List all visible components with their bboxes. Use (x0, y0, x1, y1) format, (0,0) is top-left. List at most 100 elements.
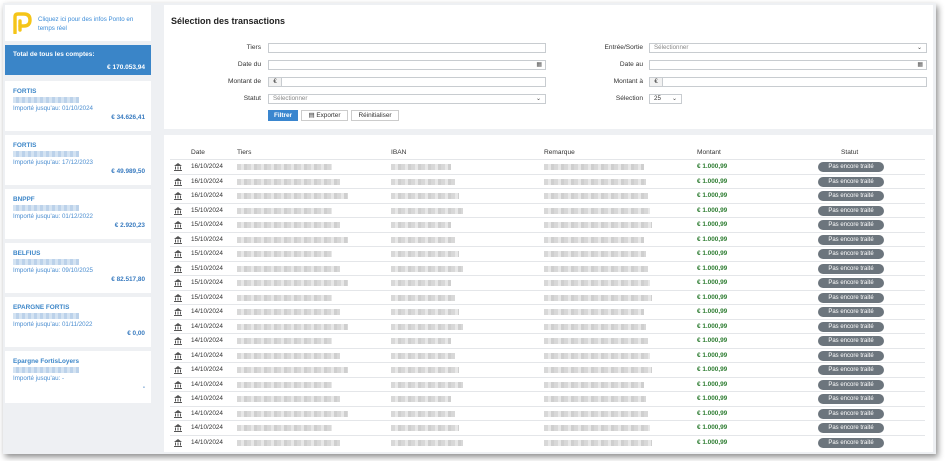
bank-icon[interactable] (174, 322, 182, 331)
bank-icon[interactable] (174, 351, 182, 360)
row-date: 14/10/2024 (191, 308, 223, 315)
table-row[interactable]: 15/10/2024 € 1.000,99 Pas encore traité (170, 217, 925, 231)
table-row[interactable]: 16/10/2024 € 1.000,99 Pas encore traité (170, 159, 925, 173)
account-card[interactable]: BNPPF Importé jusqu'au: 01/12/2022 € 2.920… (5, 189, 151, 239)
row-tiers-redacted (237, 352, 340, 359)
bank-icon[interactable] (174, 206, 182, 215)
status-badge: Pas encore traité (818, 408, 884, 419)
column-header-tiers[interactable]: Tiers (237, 149, 251, 156)
table-row[interactable]: 15/10/2024 € 1.000,99 Pas encore traité (170, 202, 925, 217)
row-iban-redacted (391, 178, 455, 185)
chevron-down-icon: ⌄ (671, 96, 677, 102)
table-row[interactable]: 14/10/2024 € 1.000,99 Pas encore traité (170, 333, 925, 347)
selection-value: 25 (654, 95, 661, 102)
row-iban-redacted (391, 222, 451, 228)
bank-icon[interactable] (174, 366, 182, 374)
table-row[interactable]: 15/10/2024 € 1.000,99 Pas encore traité (170, 289, 925, 304)
account-import-date: Importé jusqu'au: 01/10/2024 (13, 105, 93, 112)
bank-icon[interactable] (174, 424, 182, 432)
row-iban-redacted (391, 236, 455, 243)
account-card[interactable]: FORTIS Importé jusqu'au: 01/10/2024 € 34.6… (5, 81, 151, 131)
montant-a-input[interactable]: € (649, 77, 927, 87)
row-iban-redacted (391, 396, 451, 402)
column-header-montant[interactable]: Montant (697, 149, 721, 156)
table-row[interactable]: 15/10/2024 € 1.000,99 Pas encore traité (170, 246, 925, 260)
chevron-down-icon: ⌄ (535, 96, 541, 102)
account-balance: - (142, 384, 145, 391)
row-remarque-redacted (544, 338, 648, 344)
row-remarque-redacted (544, 352, 650, 359)
bank-icon[interactable] (174, 293, 182, 302)
row-iban-redacted (391, 439, 463, 446)
bank-icon[interactable] (174, 192, 182, 200)
row-date: 16/10/2024 (191, 177, 223, 185)
table-row[interactable]: 14/10/2024 € 1.000,99 Pas encore traité (170, 434, 925, 449)
selection-select[interactable]: 25 ⌄ (649, 94, 682, 104)
column-header-statut[interactable]: Statut (841, 149, 858, 156)
entree-sortie-placeholder: Sélectionner (654, 44, 689, 51)
statut-label: Statut (243, 95, 261, 102)
status-badge: Pas encore traité (818, 234, 884, 245)
bank-icon[interactable] (174, 279, 182, 287)
entree-sortie-select[interactable]: Sélectionner ⌄ (649, 43, 927, 53)
bank-icon[interactable] (174, 438, 182, 447)
date-du-input[interactable]: ▦ (268, 60, 546, 70)
bank-icon[interactable] (174, 235, 182, 244)
table-row[interactable]: 14/10/2024 € 1.000,99 Pas encore traité (170, 304, 925, 318)
reset-button[interactable]: Réinitialiser (351, 110, 399, 121)
status-badge: Pas encore traité (818, 350, 884, 361)
status-badge: Pas encore traité (818, 394, 884, 404)
bank-icon[interactable] (174, 395, 182, 403)
row-amount: € 1.000,99 (697, 380, 728, 388)
column-header-date[interactable]: Date (191, 149, 205, 156)
row-remarque-redacted (544, 193, 648, 199)
calendar-icon[interactable]: ▦ (536, 61, 542, 69)
table-row[interactable]: 14/10/2024 € 1.000,99 Pas encore traité (170, 405, 925, 420)
montant-de-input[interactable]: € (268, 77, 546, 87)
calendar-icon[interactable]: ▦ (917, 61, 923, 69)
status-badge: Pas encore traité (818, 162, 884, 172)
tiers-label: Tiers (246, 44, 261, 51)
table-row[interactable]: 15/10/2024 € 1.000,99 Pas encore traité (170, 260, 925, 275)
table-row[interactable]: 16/10/2024 € 1.000,99 Pas encore traité (170, 173, 925, 188)
tiers-input[interactable] (268, 43, 546, 53)
column-header-remarque[interactable]: Remarque (544, 149, 575, 156)
table-row[interactable]: 16/10/2024 € 1.000,99 Pas encore traité (170, 188, 925, 202)
row-date: 15/10/2024 (191, 250, 223, 257)
table-row[interactable]: 14/10/2024 € 1.000,99 Pas encore traité (170, 376, 925, 391)
row-date: 16/10/2024 (191, 163, 223, 170)
bank-icon[interactable] (174, 337, 182, 345)
table-row[interactable]: 14/10/2024 € 1.000,99 Pas encore traité (170, 391, 925, 405)
ponto-info-card[interactable]: Cliquez ici pour des infos Ponto en temp… (5, 5, 151, 41)
account-name: FORTIS (13, 88, 37, 95)
export-button[interactable]: ▤ Exporter (301, 110, 348, 121)
table-row[interactable]: 14/10/2024 € 1.000,99 Pas encore traité (170, 318, 925, 333)
bank-icon[interactable] (174, 409, 182, 418)
account-card[interactable]: Epargne FortisLoyers Importé jusqu'au: - - (5, 351, 151, 403)
ponto-info-link[interactable]: Cliquez ici pour des infos Ponto en temp… (38, 15, 146, 33)
table-row[interactable]: 14/10/2024 € 1.000,99 Pas encore traité (170, 347, 925, 362)
statut-select[interactable]: Sélectionner ⌄ (268, 94, 546, 104)
account-card[interactable]: EPARGNE FORTIS Importé jusqu'au: 01/11/20… (5, 297, 151, 347)
table-row[interactable]: 15/10/2024 € 1.000,99 Pas encore traité (170, 231, 925, 246)
date-au-input[interactable]: ▦ (649, 60, 927, 70)
table-row[interactable]: 15/10/2024 € 1.000,99 Pas encore traité (170, 275, 925, 289)
filter-button[interactable]: Filtrer (268, 110, 298, 121)
bank-icon[interactable] (174, 264, 182, 273)
row-remarque-redacted (544, 222, 652, 228)
bank-icon[interactable] (174, 221, 182, 229)
bank-icon[interactable] (174, 308, 182, 316)
row-tiers-redacted (237, 439, 340, 446)
status-badge: Pas encore traité (818, 220, 884, 230)
account-card[interactable]: FORTIS Importé jusqu'au: 17/12/2023 € 49.9… (5, 135, 151, 185)
bank-icon[interactable] (174, 380, 182, 389)
table-row[interactable]: 14/10/2024 € 1.000,99 Pas encore traité (170, 420, 925, 434)
column-header-iban[interactable]: IBAN (391, 149, 406, 156)
bank-icon[interactable] (174, 177, 182, 186)
account-card[interactable]: BELFIUS Importé jusqu'au: 09/10/2025 € 82.… (5, 243, 151, 293)
table-row[interactable]: 14/10/2024 € 1.000,99 Pas encore traité (170, 362, 925, 376)
date-du-label: Date du (237, 61, 261, 68)
row-iban-redacted (391, 193, 459, 199)
bank-icon[interactable] (174, 250, 182, 258)
bank-icon[interactable] (174, 163, 182, 171)
